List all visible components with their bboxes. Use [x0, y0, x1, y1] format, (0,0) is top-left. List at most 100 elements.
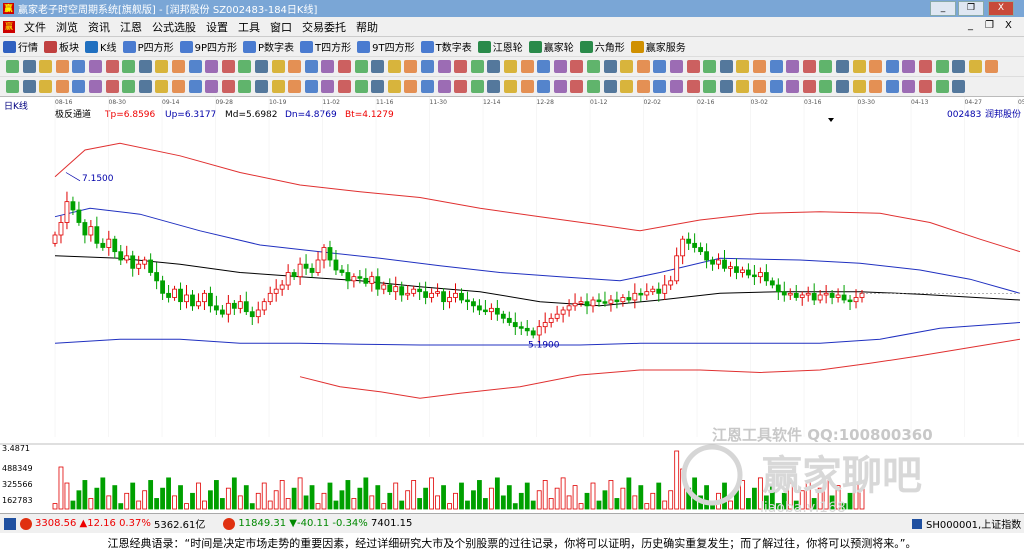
- tool-icon[interactable]: [570, 60, 584, 73]
- tool-icon[interactable]: [39, 60, 53, 73]
- menu-tools[interactable]: 工具: [233, 19, 265, 35]
- tool-icon[interactable]: [89, 80, 102, 93]
- toolbar-button-8[interactable]: T数字表: [420, 39, 472, 54]
- tool-icon[interactable]: [603, 60, 617, 73]
- tool-icon[interactable]: [935, 60, 949, 73]
- tool-icon[interactable]: [819, 60, 833, 73]
- tool-icon[interactable]: [852, 60, 866, 73]
- menu-window[interactable]: 窗口: [265, 19, 297, 35]
- tool-icon[interactable]: [852, 80, 866, 93]
- tool-icon[interactable]: [487, 80, 501, 93]
- menu-browse[interactable]: 浏览: [51, 19, 83, 35]
- mdi-restore-button[interactable]: ❐: [985, 20, 994, 31]
- tool-icon[interactable]: [321, 60, 335, 73]
- tool-icon[interactable]: [122, 60, 136, 73]
- menu-file[interactable]: 文件: [19, 19, 51, 35]
- tool-icon[interactable]: [819, 80, 833, 93]
- tool-icon[interactable]: [188, 60, 202, 73]
- tool-icon[interactable]: [122, 80, 136, 93]
- tool-icon[interactable]: [72, 80, 86, 93]
- tool-icon[interactable]: [437, 60, 451, 73]
- tool-icon[interactable]: [255, 60, 268, 73]
- toolbar-button-1[interactable]: 板块: [44, 39, 79, 54]
- tool-icon[interactable]: [736, 80, 750, 93]
- toolbar-button-3[interactable]: P四方形: [122, 39, 174, 54]
- tool-icon[interactable]: [968, 60, 982, 73]
- tool-icon[interactable]: [736, 60, 750, 73]
- tool-icon[interactable]: [138, 80, 152, 93]
- tool-icon[interactable]: [553, 60, 567, 73]
- tool-icon[interactable]: [836, 80, 849, 93]
- tool-icon[interactable]: [603, 80, 617, 93]
- restore-button[interactable]: ❐: [958, 1, 984, 16]
- tool-icon[interactable]: [487, 60, 501, 73]
- tool-icon[interactable]: [321, 80, 335, 93]
- tool-icon[interactable]: [454, 80, 468, 93]
- tool-icon[interactable]: [670, 60, 683, 73]
- tool-icon[interactable]: [952, 60, 966, 73]
- tool-icon[interactable]: [902, 80, 916, 93]
- tool-icon[interactable]: [802, 80, 816, 93]
- tool-icon[interactable]: [470, 80, 484, 93]
- tool-icon[interactable]: [354, 80, 368, 93]
- tool-icon[interactable]: [454, 60, 468, 73]
- tool-icon[interactable]: [753, 80, 766, 93]
- tool-icon[interactable]: [22, 80, 36, 93]
- menu-help[interactable]: 帮助: [351, 19, 383, 35]
- tool-icon[interactable]: [935, 80, 949, 93]
- toolbar-button-9[interactable]: 江恩轮: [477, 39, 523, 54]
- tool-icon[interactable]: [138, 60, 152, 73]
- tool-icon[interactable]: [686, 60, 700, 73]
- tool-icon[interactable]: [371, 80, 385, 93]
- tool-icon[interactable]: [885, 80, 899, 93]
- tool-icon[interactable]: [172, 80, 185, 93]
- tool-icon[interactable]: [271, 60, 285, 73]
- tool-icon[interactable]: [304, 60, 318, 73]
- tool-icon[interactable]: [719, 60, 733, 73]
- toolbar-button-10[interactable]: 赢家轮: [528, 39, 574, 54]
- menu-formula[interactable]: 公式选股: [147, 19, 201, 35]
- tool-icon[interactable]: [155, 80, 169, 93]
- tool-icon[interactable]: [371, 60, 385, 73]
- tool-icon[interactable]: [520, 60, 534, 73]
- tool-icon[interactable]: [836, 60, 849, 73]
- tool-icon[interactable]: [89, 60, 102, 73]
- tool-icon[interactable]: [39, 80, 53, 93]
- sz-index[interactable]: 11849.31: [238, 518, 286, 529]
- close-button[interactable]: X: [988, 1, 1014, 16]
- tool-icon[interactable]: [6, 80, 19, 93]
- menu-trade[interactable]: 交易委托: [297, 19, 351, 35]
- tool-icon[interactable]: [636, 80, 650, 93]
- tool-icon[interactable]: [769, 60, 783, 73]
- toolbar-button-12[interactable]: 赢家服务: [630, 39, 686, 54]
- tool-icon[interactable]: [354, 60, 368, 73]
- tool-icon[interactable]: [255, 80, 268, 93]
- tool-icon[interactable]: [919, 60, 932, 73]
- toolbar-button-0[interactable]: 行情: [3, 39, 38, 54]
- tool-icon[interactable]: [587, 80, 600, 93]
- tool-icon[interactable]: [470, 60, 484, 73]
- tool-icon[interactable]: [238, 80, 252, 93]
- tool-icon[interactable]: [504, 60, 517, 73]
- tool-icon[interactable]: [288, 60, 302, 73]
- sh-index[interactable]: 3308.56: [35, 518, 76, 529]
- tool-icon[interactable]: [620, 80, 634, 93]
- tool-icon[interactable]: [620, 60, 634, 73]
- tool-icon[interactable]: [703, 80, 717, 93]
- toolbar-button-2[interactable]: K线: [85, 39, 117, 54]
- tool-icon[interactable]: [786, 80, 800, 93]
- tool-icon[interactable]: [786, 60, 800, 73]
- mdi-minimize-button[interactable]: _: [968, 20, 973, 31]
- tool-icon[interactable]: [769, 80, 783, 93]
- tool-icon[interactable]: [885, 60, 899, 73]
- tool-icon[interactable]: [404, 60, 418, 73]
- tool-icon[interactable]: [653, 80, 667, 93]
- tool-icon[interactable]: [520, 80, 534, 93]
- tool-icon[interactable]: [338, 80, 351, 93]
- tool-icon[interactable]: [387, 60, 401, 73]
- tool-icon[interactable]: [686, 80, 700, 93]
- minimize-button[interactable]: _: [930, 1, 956, 16]
- tool-icon[interactable]: [55, 60, 69, 73]
- tool-icon[interactable]: [6, 60, 19, 73]
- menu-gann[interactable]: 江恩: [115, 19, 147, 35]
